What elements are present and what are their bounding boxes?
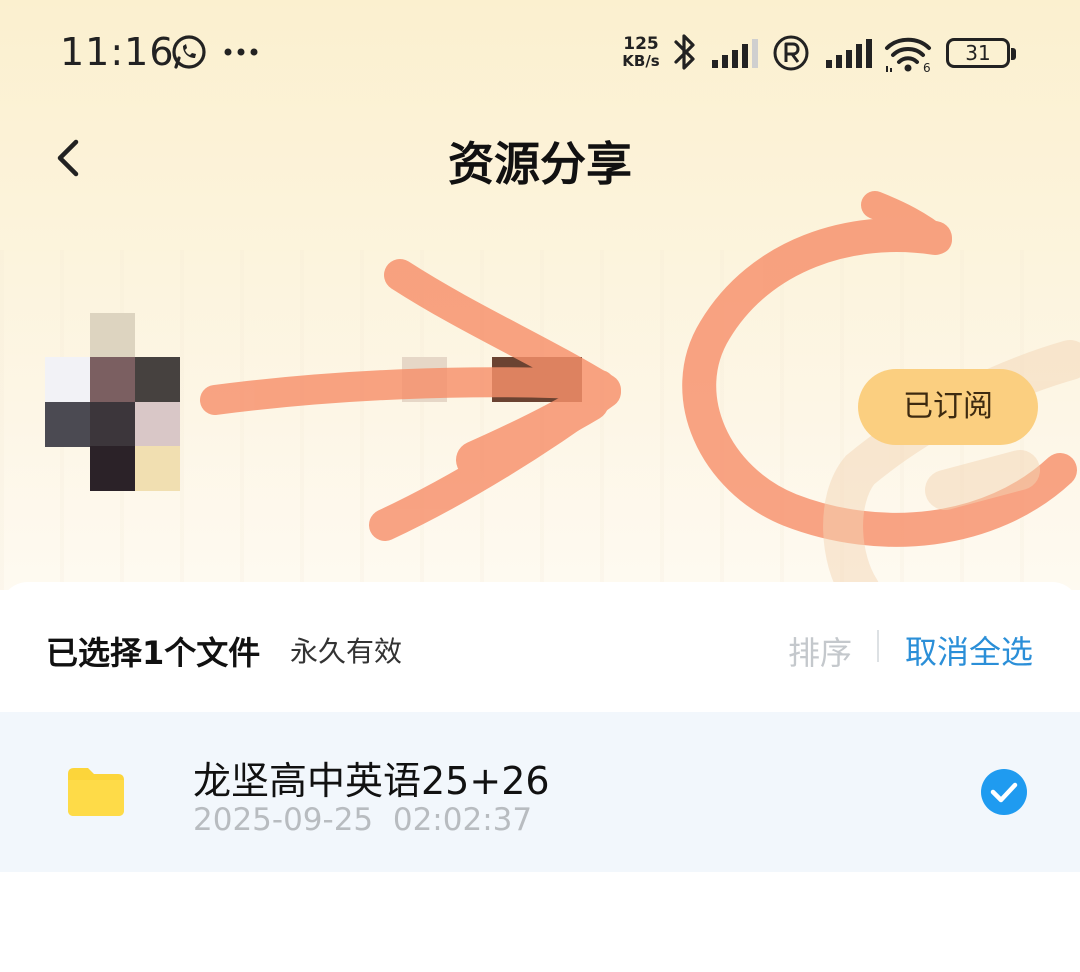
sort-button[interactable]: 排序 — [788, 628, 852, 674]
wifi-icon: 6 — [885, 37, 931, 74]
validity-label: 永久有效 — [290, 635, 403, 668]
avatar-pixelated[interactable] — [45, 313, 180, 491]
status-bar: 11:16 125 KB/s 6 31 — [0, 0, 1080, 104]
checkmark-circle-icon[interactable] — [980, 768, 1028, 816]
folder-icon — [68, 768, 124, 816]
signal-icon — [826, 39, 872, 68]
page-title: 资源分享 — [448, 137, 632, 191]
svg-text:6: 6 — [923, 61, 931, 74]
network-speed-unit: KB/s — [622, 52, 660, 70]
network-speed-value: 125 — [623, 34, 659, 54]
file-row[interactable]: 龙坚高中英语25+26 2025-09-25 02:02:37 — [0, 712, 1080, 872]
toolbar-divider — [877, 630, 879, 662]
file-date: 2025-09-25 02:02:37 — [193, 802, 533, 838]
signal-icon — [712, 39, 758, 68]
back-button[interactable] — [48, 134, 96, 182]
roaming-r-icon — [773, 35, 809, 71]
username-pixelated — [402, 357, 582, 402]
more-dots-icon — [224, 48, 258, 56]
battery-icon: 31 — [946, 38, 1016, 68]
bluetooth-icon — [674, 34, 695, 70]
chevron-left-icon — [57, 139, 79, 177]
resource-share-page: 11:16 125 KB/s 6 31 资源分享 已订阅 已选择1个文件 永久有… — [0, 0, 1080, 972]
deselect-all-button[interactable]: 取消全选 — [905, 627, 1033, 673]
file-name: 龙坚高中英语25+26 — [193, 759, 550, 803]
whatsapp-icon — [172, 35, 206, 69]
subscribed-button[interactable]: 已订阅 — [858, 369, 1038, 445]
selected-count-label: 已选择1个文件 — [46, 634, 261, 672]
status-time: 11:16 — [60, 30, 175, 74]
network-speed: 125 KB/s — [619, 36, 663, 70]
